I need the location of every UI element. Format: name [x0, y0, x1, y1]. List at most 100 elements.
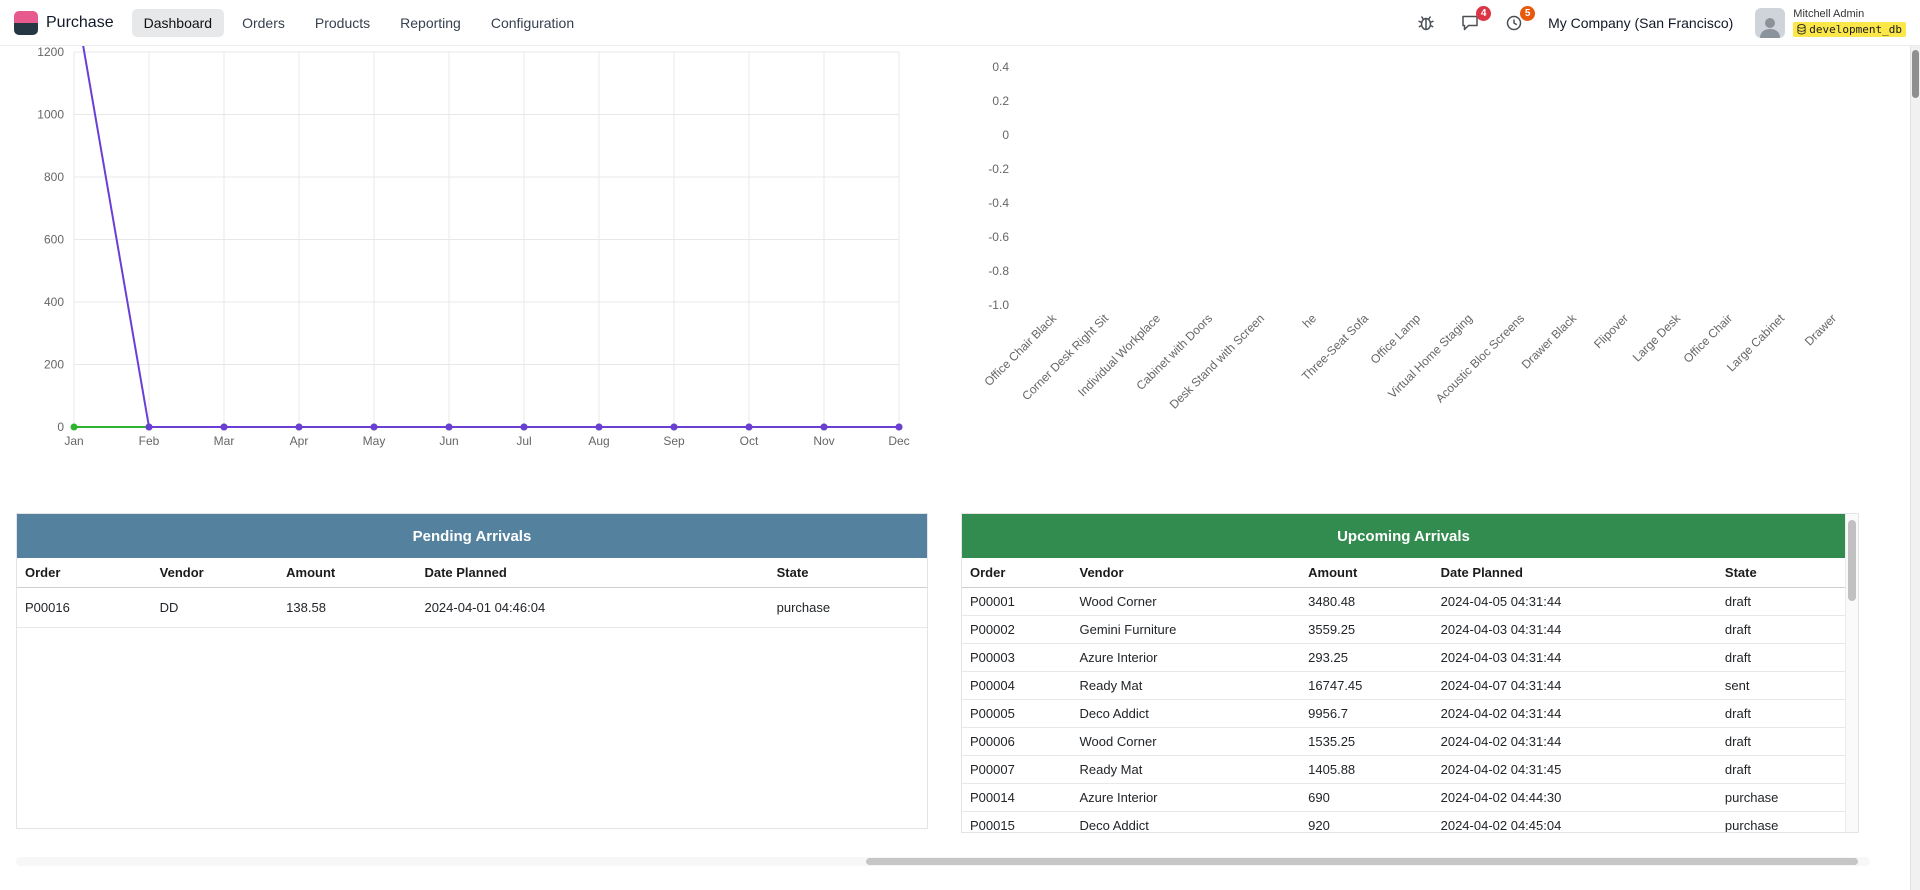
debug-icon[interactable] — [1416, 12, 1438, 34]
column-header: Order — [17, 558, 152, 588]
table-row[interactable]: P00016DD138.582024-04-01 04:46:04purchas… — [17, 588, 927, 628]
messages-icon[interactable]: 4 — [1460, 12, 1482, 34]
scrollbar-thumb[interactable] — [1912, 50, 1919, 98]
svg-text:1200: 1200 — [37, 46, 64, 59]
column-header: Amount — [1300, 558, 1432, 588]
svg-text:Feb: Feb — [139, 434, 160, 448]
cell: DD — [152, 588, 278, 628]
user-meta: Mitchell Admin development_db — [1793, 8, 1906, 37]
cell: P00002 — [962, 616, 1071, 644]
upcoming-arrivals-table: OrderVendorAmountDate PlannedStateP00001… — [962, 558, 1845, 833]
svg-text:Office Chair: Office Chair — [1681, 311, 1736, 366]
svg-text:200: 200 — [44, 358, 64, 372]
table-row[interactable]: P00014Azure Interior6902024-04-02 04:44:… — [962, 784, 1845, 812]
column-header: Vendor — [152, 558, 278, 588]
svg-text:-0.2: -0.2 — [988, 162, 1009, 176]
table-row[interactable]: P00003Azure Interior293.252024-04-03 04:… — [962, 644, 1845, 672]
cell: sent — [1717, 672, 1845, 700]
cell: 16747.45 — [1300, 672, 1432, 700]
cell: purchase — [1717, 812, 1845, 834]
cell: 2024-04-02 04:45:04 — [1433, 812, 1717, 834]
cell: Deco Addict — [1071, 812, 1300, 834]
scrollbar-thumb[interactable] — [1848, 520, 1856, 601]
table-row[interactable]: P00006Wood Corner1535.252024-04-02 04:31… — [962, 728, 1845, 756]
cell: draft — [1717, 700, 1845, 728]
purchase-app-icon[interactable] — [14, 11, 38, 35]
pending-arrivals-panel: Pending Arrivals OrderVendorAmountDate P… — [16, 513, 928, 829]
cell: 9956.7 — [1300, 700, 1432, 728]
page-vertical-scrollbar[interactable] — [1910, 46, 1920, 890]
app-name[interactable]: Purchase — [46, 14, 114, 32]
upcoming-table-vertical-scrollbar[interactable] — [1845, 514, 1858, 832]
cell: 2024-04-03 04:31:44 — [1433, 644, 1717, 672]
column-header: Vendor — [1071, 558, 1300, 588]
upcoming-arrivals-title: Upcoming Arrivals — [1337, 528, 1470, 545]
cell: Ready Mat — [1071, 672, 1300, 700]
top-navbar: Purchase DashboardOrdersProductsReportin… — [0, 0, 1920, 46]
cell: draft — [1717, 728, 1845, 756]
cell: draft — [1717, 756, 1845, 784]
svg-text:1000: 1000 — [37, 108, 64, 122]
cell: P00015 — [962, 812, 1071, 834]
svg-text:800: 800 — [44, 170, 64, 184]
cell: Deco Addict — [1071, 700, 1300, 728]
svg-text:-0.6: -0.6 — [988, 230, 1009, 244]
cell: Ready Mat — [1071, 756, 1300, 784]
upcoming-arrivals-header: Upcoming Arrivals — [962, 514, 1845, 558]
cell: purchase — [769, 588, 927, 628]
menu-item-dashboard[interactable]: Dashboard — [132, 9, 225, 37]
table-row[interactable]: P00005Deco Addict9956.72024-04-02 04:31:… — [962, 700, 1845, 728]
database-badge: development_db — [1793, 22, 1906, 37]
svg-text:0.2: 0.2 — [992, 94, 1009, 108]
table-row[interactable]: P00001Wood Corner3480.482024-04-05 04:31… — [962, 588, 1845, 616]
svg-text:Jun: Jun — [439, 434, 458, 448]
svg-text:0: 0 — [1002, 128, 1009, 142]
messages-badge: 4 — [1476, 6, 1491, 21]
svg-text:Dec: Dec — [888, 434, 909, 448]
user-menu[interactable]: Mitchell Admin development_db — [1755, 8, 1906, 38]
systray: 4 5 My Company (San Francisco) Mitchell … — [1416, 8, 1906, 38]
cell: P00007 — [962, 756, 1071, 784]
cell: draft — [1717, 588, 1845, 616]
cell: 1535.25 — [1300, 728, 1432, 756]
company-switcher[interactable]: My Company (San Francisco) — [1548, 15, 1733, 31]
cell: Azure Interior — [1071, 644, 1300, 672]
svg-text:Apr: Apr — [290, 434, 309, 448]
column-header: Order — [962, 558, 1071, 588]
user-name: Mitchell Admin — [1793, 8, 1864, 20]
svg-text:0.4: 0.4 — [992, 60, 1009, 74]
menu-item-products[interactable]: Products — [303, 9, 382, 37]
menu-item-configuration[interactable]: Configuration — [479, 9, 586, 37]
column-header: Date Planned — [416, 558, 768, 588]
svg-text:Flipover: Flipover — [1591, 311, 1631, 351]
svg-text:-1.0: -1.0 — [988, 298, 1009, 312]
menu-item-reporting[interactable]: Reporting — [388, 9, 473, 37]
pending-arrivals-title: Pending Arrivals — [413, 528, 532, 545]
svg-text:Large Desk: Large Desk — [1630, 311, 1684, 365]
table-row[interactable]: P00002Gemini Furniture3559.252024-04-03 … — [962, 616, 1845, 644]
cell: Azure Interior — [1071, 784, 1300, 812]
cell: 2024-04-01 04:46:04 — [416, 588, 768, 628]
svg-text:Oct: Oct — [740, 434, 759, 448]
cell: P00005 — [962, 700, 1071, 728]
cell: P00014 — [962, 784, 1071, 812]
svg-text:Acoustic Bloc Screens: Acoustic Bloc Screens — [1433, 311, 1527, 405]
activities-clock-icon[interactable]: 5 — [1504, 12, 1526, 34]
svg-text:May: May — [363, 434, 386, 448]
table-row[interactable]: P00015Deco Addict9202024-04-02 04:45:04p… — [962, 812, 1845, 834]
menu-item-orders[interactable]: Orders — [230, 9, 297, 37]
column-header: Amount — [278, 558, 416, 588]
cell: Wood Corner — [1071, 588, 1300, 616]
cell: 293.25 — [1300, 644, 1432, 672]
dashboard-horizontal-scrollbar[interactable] — [16, 857, 1870, 866]
cell: 920 — [1300, 812, 1432, 834]
svg-text:Desk Stand with Screen: Desk Stand with Screen — [1167, 311, 1267, 411]
table-row[interactable]: P00004Ready Mat16747.452024-04-07 04:31:… — [962, 672, 1845, 700]
avatar — [1755, 8, 1785, 38]
svg-text:Drawer Black: Drawer Black — [1519, 311, 1580, 372]
table-row[interactable]: P00007Ready Mat1405.882024-04-02 04:31:4… — [962, 756, 1845, 784]
svg-text:-0.4: -0.4 — [988, 196, 1009, 210]
cell: P00001 — [962, 588, 1071, 616]
column-header: State — [769, 558, 927, 588]
scrollbar-thumb[interactable] — [866, 858, 1858, 865]
